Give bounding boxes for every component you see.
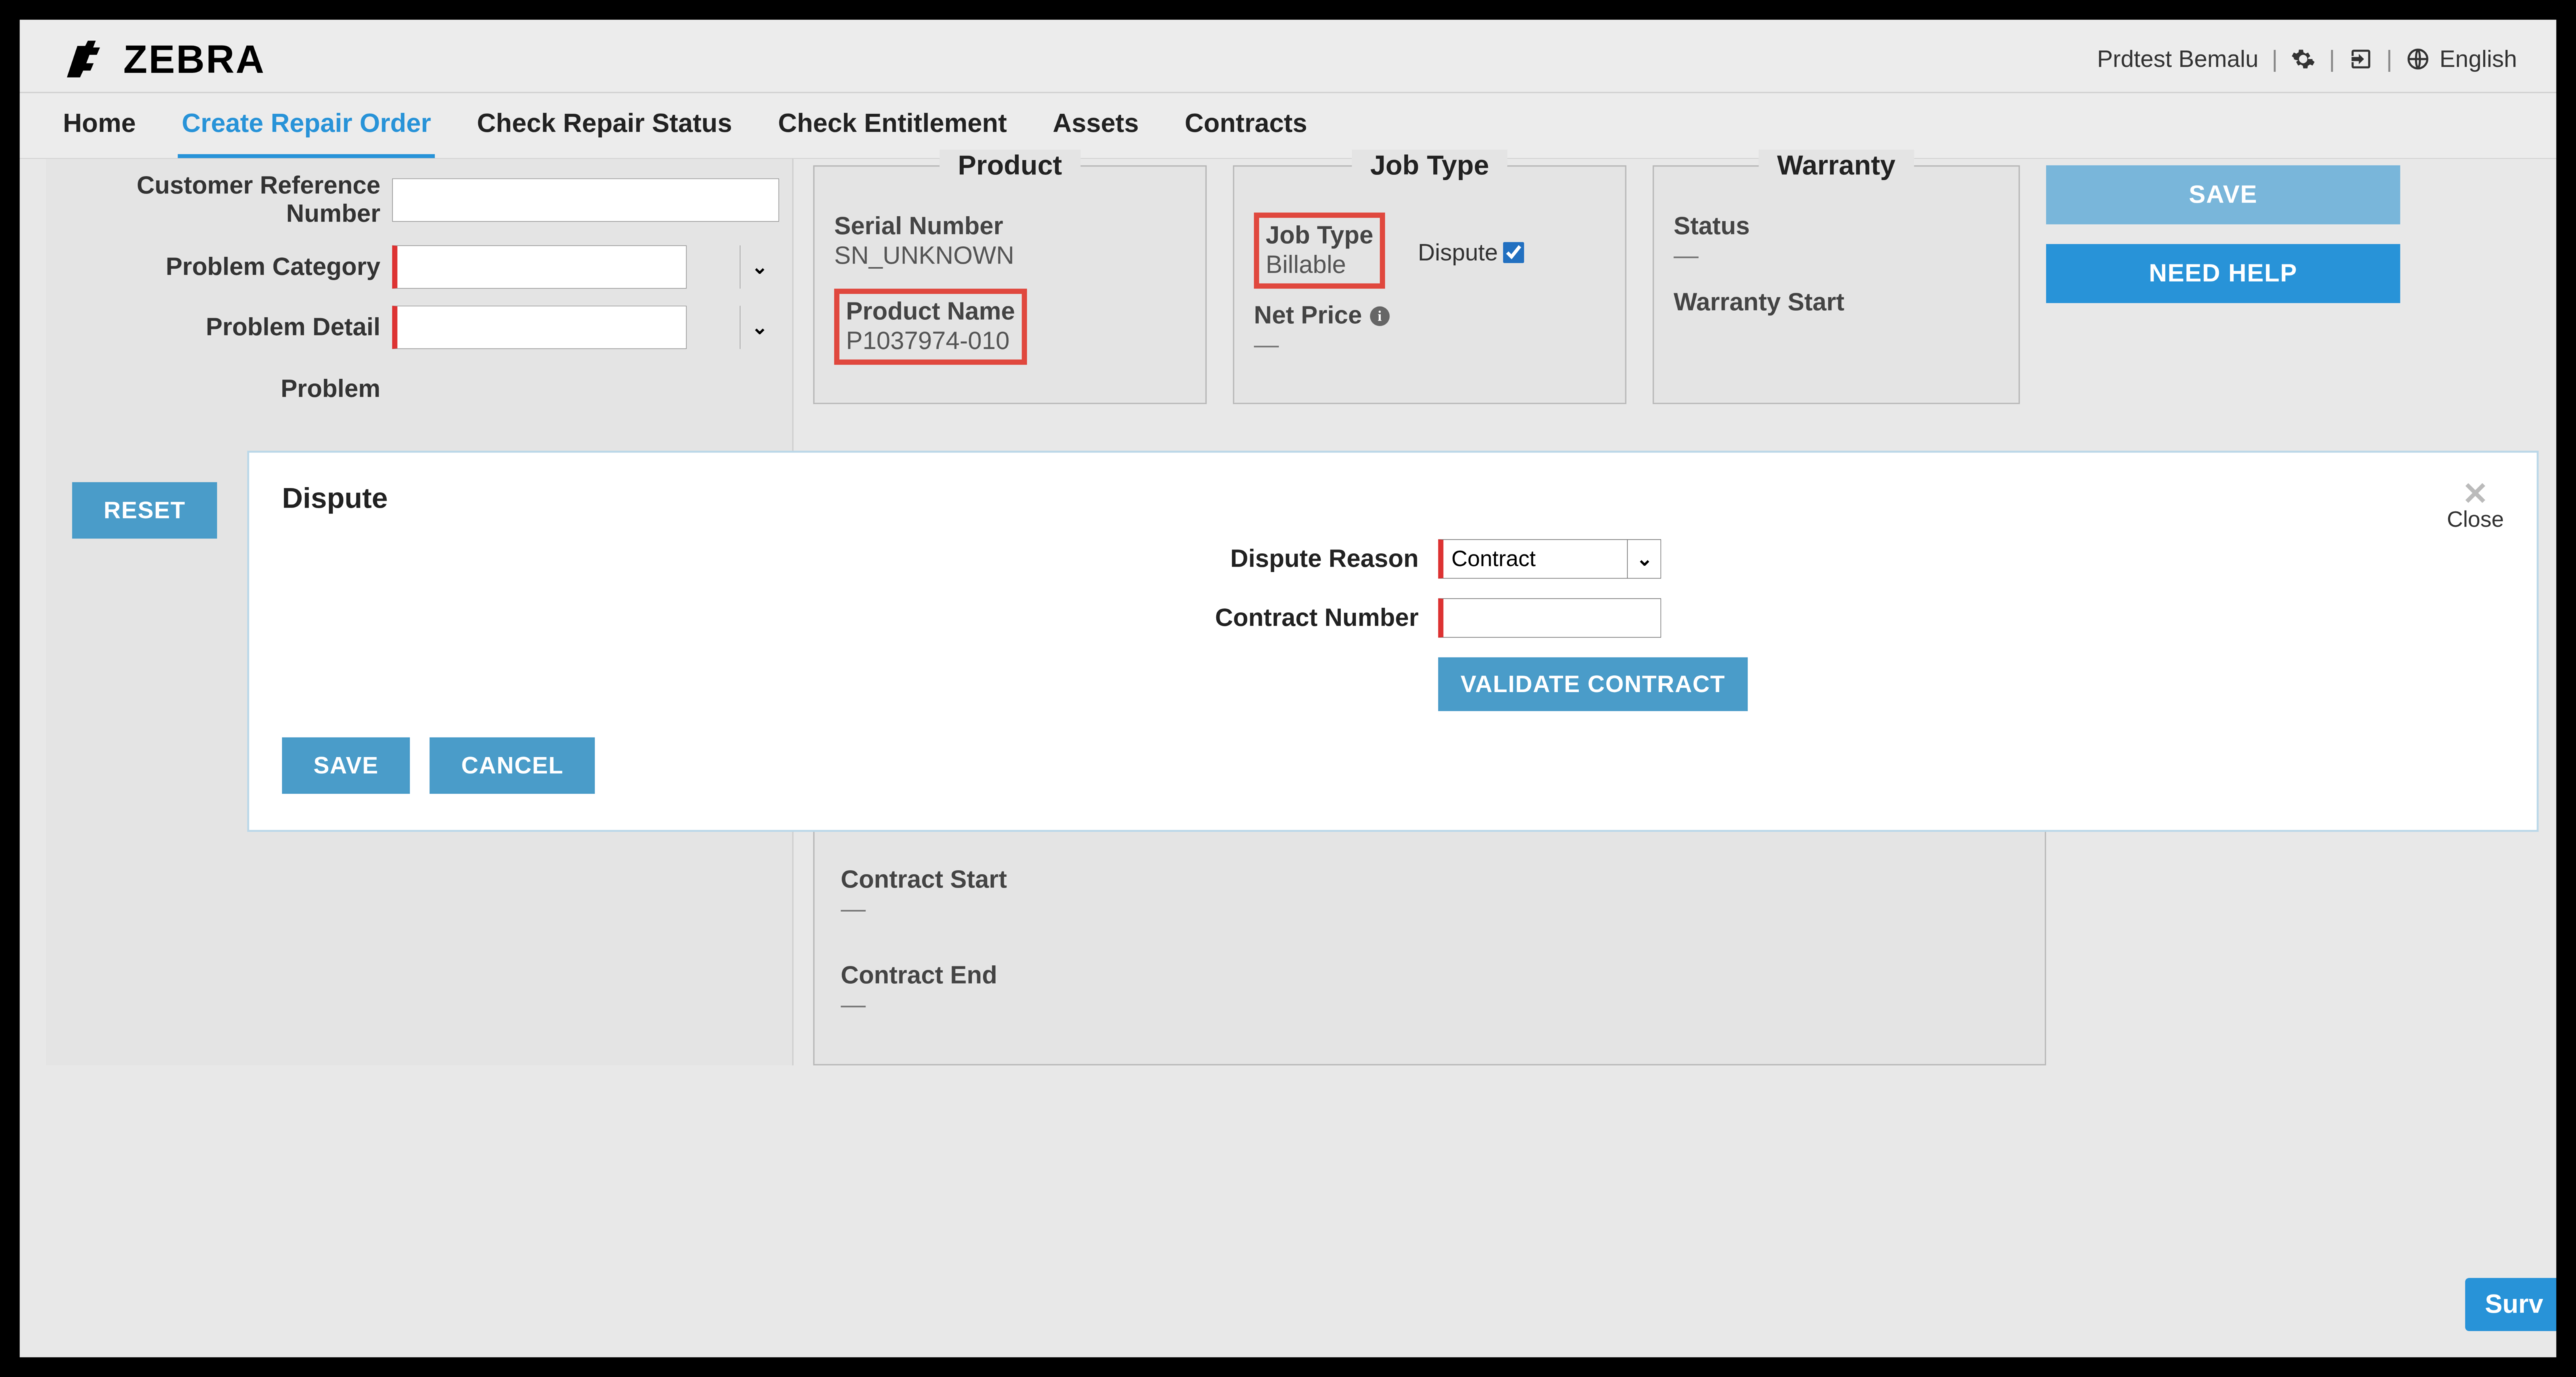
- dispute-reason-select[interactable]: [1438, 539, 1661, 579]
- language-label[interactable]: English: [2440, 45, 2517, 73]
- product-name-label: Product Name: [846, 298, 1015, 326]
- modal-contract-number-label: Contract Number: [1209, 604, 1419, 632]
- modal-cancel-button[interactable]: CANCEL: [430, 737, 595, 794]
- brand-text: ZEBRA: [123, 37, 266, 82]
- dispute-checkbox[interactable]: [1503, 242, 1524, 263]
- problem-partial-label: Problem: [72, 375, 380, 403]
- contract-end-value: —: [841, 991, 1190, 1019]
- modal-close-button[interactable]: ✕ Close: [2447, 482, 2504, 533]
- right-button-column: SAVE NEED HELP: [2046, 165, 2400, 404]
- net-price-label: Net Price i: [1254, 302, 1605, 330]
- job-type-card-title: Job Type: [1352, 150, 1507, 181]
- modal-close-label: Close: [2447, 507, 2504, 533]
- dispute-label: Dispute: [1418, 239, 1498, 266]
- product-name-highlight: Product Name P1037974-010: [834, 289, 1027, 365]
- info-icon[interactable]: i: [1370, 306, 1390, 326]
- chevron-down-icon: ⌄: [740, 306, 779, 349]
- job-type-card: Job Type Job Type Billable Dispute: [1233, 165, 1626, 404]
- close-icon: ✕: [2447, 482, 2504, 507]
- chevron-down-icon: ⌄: [740, 245, 779, 289]
- contract-end-label: Contract End: [841, 962, 1190, 990]
- dispute-reason-label: Dispute Reason: [1209, 545, 1419, 573]
- warranty-status-value: —: [1674, 242, 1999, 270]
- problem-detail-label: Problem Detail: [72, 314, 380, 342]
- save-button[interactable]: SAVE: [2046, 165, 2400, 224]
- user-area: Prdtest Bemalu | | | English: [2097, 45, 2517, 73]
- job-type-highlight: Job Type Billable: [1254, 213, 1385, 289]
- nav-contracts[interactable]: Contracts: [1181, 102, 1312, 158]
- contract-start-value: —: [841, 895, 1190, 924]
- reset-button[interactable]: RESET: [72, 482, 217, 539]
- warranty-status-label: Status: [1674, 213, 1999, 241]
- problem-category-label: Problem Category: [72, 253, 380, 281]
- customer-reference-number-label: Customer Reference Number: [72, 172, 380, 228]
- modal-title: Dispute: [282, 482, 388, 515]
- job-type-value: Billable: [1266, 251, 1373, 279]
- nav-create-repair-order[interactable]: Create Repair Order: [178, 102, 435, 158]
- top-bar: ZEBRA Prdtest Bemalu | | | English: [20, 20, 2556, 92]
- product-card: Product Serial Number SN_UNKNOWN Product…: [813, 165, 1207, 404]
- survey-tab[interactable]: Surv: [2465, 1278, 2556, 1331]
- dispute-modal: Dispute ✕ Close Dispute Reason ⌄: [249, 453, 2537, 830]
- gear-icon[interactable]: [2291, 47, 2316, 72]
- nav-check-repair-status[interactable]: Check Repair Status: [473, 102, 736, 158]
- globe-icon[interactable]: [2405, 47, 2430, 72]
- warranty-card: Warranty Status — Warranty Start: [1653, 165, 2020, 404]
- product-card-title: Product: [940, 150, 1081, 181]
- problem-detail-select[interactable]: [392, 306, 687, 349]
- logout-icon[interactable]: [2348, 47, 2373, 72]
- serial-number-value: SN_UNKNOWN: [834, 242, 1186, 270]
- net-price-value: —: [1254, 331, 1605, 360]
- main-nav: Home Create Repair Order Check Repair St…: [20, 92, 2556, 159]
- user-name: Prdtest Bemalu: [2097, 45, 2259, 73]
- contract-start-label: Contract Start: [841, 866, 1190, 894]
- nav-home[interactable]: Home: [59, 102, 140, 158]
- zebra-head-icon: [59, 33, 111, 85]
- job-type-label: Job Type: [1266, 222, 1373, 250]
- modal-save-button[interactable]: SAVE: [282, 737, 410, 794]
- brand-logo: ZEBRA: [59, 33, 266, 85]
- serial-number-label: Serial Number: [834, 213, 1186, 241]
- warranty-card-title: Warranty: [1759, 150, 1914, 181]
- product-name-value: P1037974-010: [846, 327, 1015, 356]
- problem-category-select[interactable]: [392, 245, 687, 289]
- customer-reference-number-input[interactable]: [392, 178, 779, 222]
- validate-contract-button[interactable]: VALIDATE CONTRACT: [1438, 657, 1748, 711]
- modal-contract-number-input[interactable]: [1438, 598, 1661, 638]
- need-help-button[interactable]: NEED HELP: [2046, 244, 2400, 303]
- warranty-start-label: Warranty Start: [1674, 289, 1999, 317]
